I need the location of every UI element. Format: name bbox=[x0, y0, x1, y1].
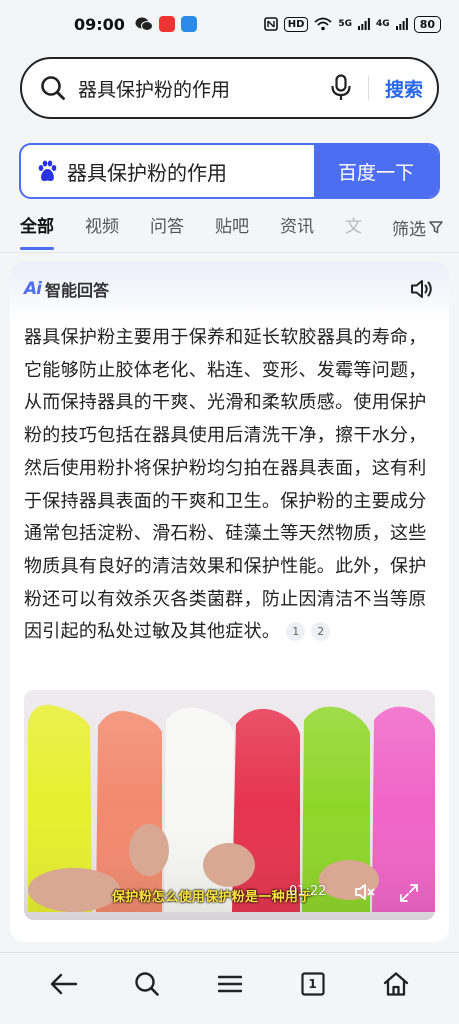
filter-icon bbox=[429, 221, 443, 234]
video-player[interactable]: 保护粉怎么使用保护粉是一种用于 01:22 bbox=[24, 690, 435, 920]
hd-badge: HD bbox=[283, 16, 309, 32]
signal-4g-label: 4G bbox=[376, 19, 390, 29]
ai-answer-body: 器具保护粉主要用于保养和延长软胶器具的寿命，它能够防止胶体老化、粘连、变形、发霉… bbox=[24, 327, 427, 643]
tab-tieba[interactable]: 贴吧 bbox=[215, 208, 249, 252]
tab-video[interactable]: 视频 bbox=[85, 208, 119, 252]
reference-badge[interactable]: 2 bbox=[311, 622, 331, 642]
signal-4g-icon bbox=[395, 18, 408, 30]
nav-search-button[interactable] bbox=[127, 964, 167, 1004]
search-button[interactable]: 搜索 bbox=[385, 75, 423, 102]
battery-indicator: 80 bbox=[413, 15, 441, 33]
search-icon bbox=[41, 76, 65, 100]
back-arrow-icon bbox=[50, 973, 77, 994]
ai-answer-text: 器具保护粉主要用于保养和延长软胶器具的寿命，它能够防止胶体老化、粘连、变形、发霉… bbox=[24, 322, 436, 649]
tab-qa[interactable]: 问答 bbox=[150, 208, 184, 252]
video-caption: 保护粉怎么使用保护粉是一种用于 bbox=[112, 890, 312, 905]
search-icon bbox=[134, 971, 159, 996]
clock: 09:00 bbox=[74, 14, 125, 34]
nfc-icon bbox=[263, 17, 278, 31]
reference-badge[interactable]: 1 bbox=[286, 622, 306, 642]
back-button[interactable] bbox=[44, 964, 84, 1004]
baidu-submit-button[interactable]: 百度一下 bbox=[314, 145, 438, 197]
baidu-paw-icon bbox=[38, 160, 57, 181]
hand-shape bbox=[203, 843, 255, 887]
mute-icon[interactable] bbox=[354, 881, 376, 903]
ai-answer-title: 智能回答 bbox=[44, 281, 109, 300]
ai-answer-card: Ai 智能回答 器具保护粉主要用于保养和延长软胶器具的寿命，它能够防止胶体老化、… bbox=[10, 262, 449, 942]
search-bar[interactable]: 器具保护粉的作用 搜索 bbox=[20, 57, 439, 119]
baidu-search-query[interactable]: 器具保护粉的作用 bbox=[67, 157, 314, 186]
status-bar: 09:00 HD 5G 4G 80 bbox=[0, 0, 459, 48]
bottom-nav: 1 bbox=[0, 952, 459, 1024]
speaker-icon[interactable] bbox=[409, 276, 435, 302]
voice-search-button[interactable] bbox=[326, 73, 356, 103]
tab-all[interactable]: 全部 bbox=[20, 208, 54, 252]
menu-button[interactable] bbox=[210, 964, 250, 1004]
browser-notification-icon bbox=[180, 16, 197, 32]
divider bbox=[367, 76, 369, 100]
app-notification-icon bbox=[158, 16, 175, 32]
tabs-divider bbox=[0, 252, 459, 253]
fullscreen-icon[interactable] bbox=[398, 882, 420, 904]
tab-library[interactable]: 文 bbox=[345, 208, 362, 252]
wifi-icon bbox=[314, 17, 332, 31]
baidu-search-box[interactable]: 器具保护粉的作用 百度一下 bbox=[19, 143, 440, 199]
tabs-button[interactable]: 1 bbox=[293, 964, 333, 1004]
search-query[interactable]: 器具保护粉的作用 bbox=[78, 75, 326, 102]
filter-button[interactable]: 筛选 bbox=[379, 208, 459, 246]
home-button[interactable] bbox=[376, 964, 416, 1004]
menu-icon bbox=[217, 975, 242, 992]
notification-icons bbox=[135, 16, 197, 32]
filter-label: 筛选 bbox=[392, 219, 426, 240]
status-right: HD 5G 4G 80 bbox=[263, 15, 441, 33]
ai-answer-header: Ai 智能回答 bbox=[24, 276, 435, 302]
signal-5g-icon bbox=[358, 18, 370, 30]
ai-logo: Ai bbox=[24, 279, 42, 299]
home-icon bbox=[383, 971, 408, 996]
wechat-icon bbox=[135, 17, 153, 31]
tab-news[interactable]: 资讯 bbox=[280, 208, 314, 252]
video-duration: 01:22 bbox=[289, 884, 327, 899]
signal-5g-label: 5G bbox=[338, 19, 353, 29]
hand-shape bbox=[28, 868, 120, 912]
microphone-icon bbox=[331, 74, 351, 100]
hand-shape bbox=[129, 824, 169, 876]
tab-count: 1 bbox=[308, 976, 317, 991]
